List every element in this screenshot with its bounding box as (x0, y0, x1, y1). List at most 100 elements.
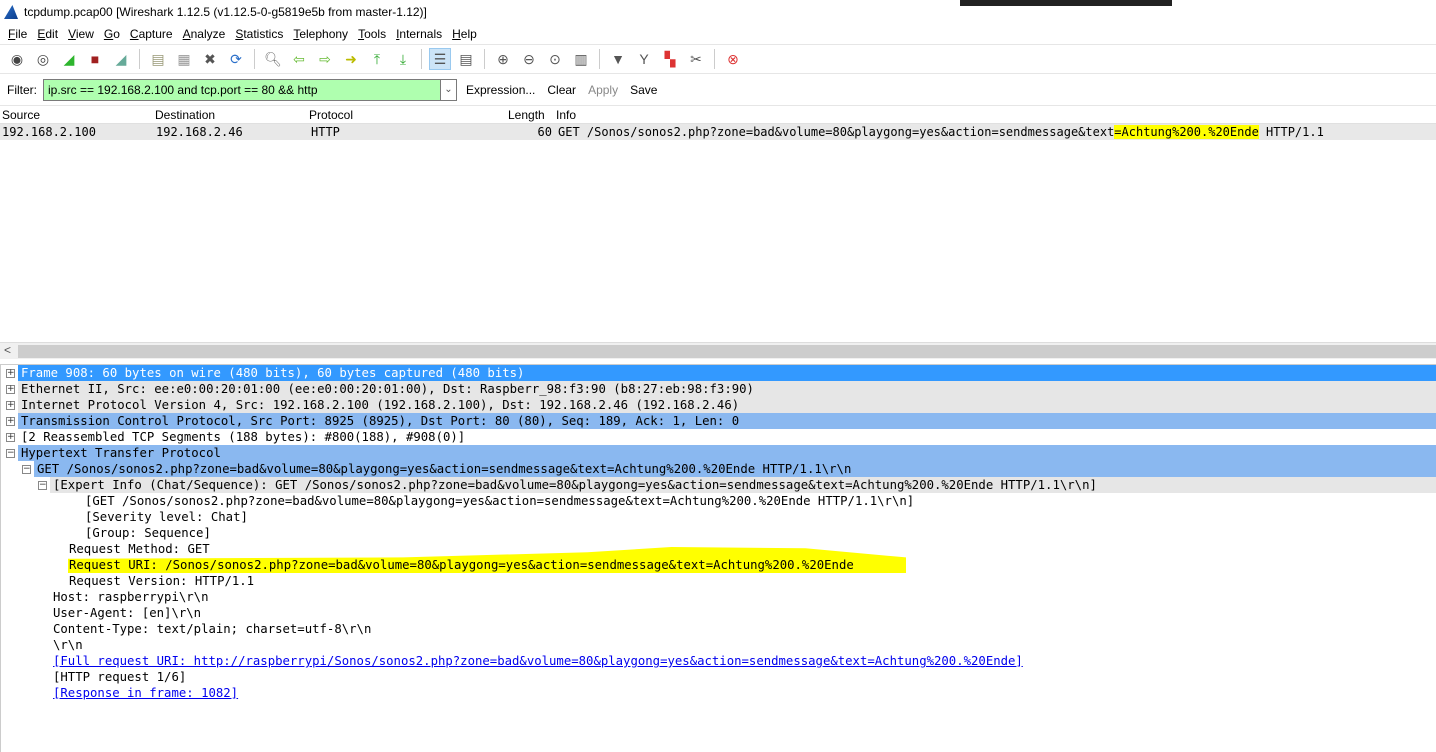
menu-view[interactable]: View (64, 27, 100, 41)
tree-item-label: Ethernet II, Src: ee:e0:00:20:01:00 (ee:… (21, 382, 754, 396)
column-length[interactable]: Length (508, 108, 545, 122)
go-last-icon[interactable]: ⤓ (392, 48, 414, 70)
wireshark-logo-icon (4, 5, 18, 19)
help-icon[interactable]: ⊗ (722, 48, 744, 70)
colorize-icon[interactable]: ☰ (429, 48, 451, 70)
tree-item[interactable]: − GET /Sonos/sonos2.php?zone=bad&volume=8… (1, 461, 1436, 477)
column-destination[interactable]: Destination (155, 108, 215, 122)
tree-item[interactable]: + Internet Protocol Version 4, Src: 192.1… (1, 397, 1436, 413)
row-highlight (18, 445, 1436, 461)
reload-icon[interactable]: ⟳ (225, 48, 247, 70)
auto-scroll-icon[interactable]: ▤ (455, 48, 477, 70)
packet-details-tree: + Frame 908: 60 bytes on wire (480 bits),… (0, 364, 1436, 752)
zoom-normal-icon[interactable]: ⊙ (544, 48, 566, 70)
tree-item[interactable]: Host: raspberrypi\r\n (1, 589, 1436, 605)
tree-item-label: Internet Protocol Version 4, Src: 192.16… (21, 398, 740, 412)
filter-dropdown-icon[interactable]: ⌄ (441, 78, 457, 101)
tree-item[interactable]: [Group: Sequence] (1, 525, 1436, 541)
menu-edit[interactable]: Edit (33, 27, 64, 41)
tree-item[interactable]: [Severity level: Chat] (1, 509, 1436, 525)
tree-item[interactable]: + Transmission Control Protocol, Src Port… (1, 413, 1436, 429)
collapse-icon[interactable]: − (22, 465, 31, 474)
menu-internals[interactable]: Internals (392, 27, 448, 41)
menu-telephony[interactable]: Telephony (289, 27, 354, 41)
menu-go[interactable]: Go (100, 27, 126, 41)
tree-item[interactable]: [Full request URI: http://raspberrypi/So… (1, 653, 1436, 669)
go-to-packet-icon[interactable]: ➜ (340, 48, 362, 70)
go-first-icon[interactable]: ⤒ (366, 48, 388, 70)
collapse-icon[interactable]: − (6, 449, 15, 458)
coloring-rules-icon[interactable]: ▚ (659, 48, 681, 70)
window-title: tcpdump.pcap00 [Wireshark 1.12.5 (v1.12.… (24, 5, 427, 19)
horizontal-scrollbar[interactable]: < (0, 342, 1436, 359)
filter-label: Filter: (7, 82, 37, 97)
open-file-icon[interactable]: ▤ (147, 48, 169, 70)
tree-item[interactable]: + Frame 908: 60 bytes on wire (480 bits),… (1, 365, 1436, 381)
menu-statistics[interactable]: Statistics (231, 27, 289, 41)
info-text-end: HTTP/1.1 (1258, 125, 1324, 139)
tree-item-label: GET /Sonos/sonos2.php?zone=bad&volume=80… (37, 462, 852, 476)
column-protocol[interactable]: Protocol (309, 108, 353, 122)
expand-icon[interactable]: + (6, 385, 15, 394)
info-text: GET /Sonos/sonos2.php?zone=bad&volume=80… (558, 125, 1115, 139)
tree-link[interactable]: [Response in frame: 1082] (53, 685, 238, 701)
scroll-thumb[interactable] (18, 345, 1436, 358)
tree-item[interactable]: [GET /Sonos/sonos2.php?zone=bad&volume=8… (1, 493, 1436, 509)
packet-row[interactable]: 192.168.2.100 192.168.2.46 HTTP 60 GET /… (0, 124, 1436, 140)
menu-file[interactable]: File (4, 27, 33, 41)
tree-item[interactable]: \r\n (1, 637, 1436, 653)
close-file-icon[interactable]: ✖ (199, 48, 221, 70)
tree-item[interactable]: Content-Type: text/plain; charset=utf-8\… (1, 621, 1436, 637)
tree-item-label: [HTTP request 1/6] (53, 670, 187, 684)
tree-item-label: Hypertext Transfer Protocol (21, 446, 221, 460)
go-forward-icon[interactable]: ⇨ (314, 48, 336, 70)
column-info[interactable]: Info (556, 108, 576, 122)
find-packet-icon[interactable]: 🔍︎ (262, 48, 284, 70)
tree-item[interactable]: − [Expert Info (Chat/Sequence): GET /Sono… (1, 477, 1436, 493)
clear-button[interactable]: Clear (544, 83, 579, 97)
expand-icon[interactable]: + (6, 433, 15, 442)
menu-help[interactable]: Help (448, 27, 483, 41)
filter-input[interactable]: ip.src == 192.168.2.100 and tcp.port == … (43, 78, 441, 101)
menu-capture[interactable]: Capture (126, 27, 179, 41)
cell-destination: 192.168.2.46 (156, 125, 243, 139)
tree-item[interactable]: [Response in frame: 1082] (1, 685, 1436, 701)
tree-item[interactable]: + Ethernet II, Src: ee:e0:00:20:01:00 (ee… (1, 381, 1436, 397)
tree-item[interactable]: User-Agent: [en]\r\n (1, 605, 1436, 621)
menu-tools[interactable]: Tools (354, 27, 392, 41)
expand-icon[interactable]: + (6, 417, 15, 426)
tree-item[interactable]: + [2 Reassembled TCP Segments (188 bytes)… (1, 429, 1436, 445)
start-capture-icon[interactable]: ◢ (58, 48, 80, 70)
expression-button[interactable]: Expression... (463, 83, 538, 97)
expand-icon[interactable]: + (6, 401, 15, 410)
column-source[interactable]: Source (2, 108, 40, 122)
preferences-icon[interactable]: ✂ (685, 48, 707, 70)
save-file-icon[interactable]: ▦ (173, 48, 195, 70)
tree-link[interactable]: [Full request URI: http://raspberrypi/So… (53, 653, 1023, 669)
tree-item-label: Frame 908: 60 bytes on wire (480 bits), … (21, 366, 525, 380)
capture-filters-icon[interactable]: ▼ (607, 48, 629, 70)
display-filters-icon[interactable]: Y (633, 48, 655, 70)
collapse-icon[interactable]: − (38, 481, 47, 490)
resize-columns-icon[interactable]: ▥ (570, 48, 592, 70)
stop-capture-icon[interactable]: ■ (84, 48, 106, 70)
cell-protocol: HTTP (311, 125, 340, 139)
tree-item-label: [Group: Sequence] (85, 526, 211, 540)
tree-item[interactable]: Request Version: HTTP/1.1 (1, 573, 1436, 589)
menu-analyze[interactable]: Analyze (179, 27, 232, 41)
interfaces-icon[interactable]: ◉ (6, 48, 28, 70)
capture-options-icon[interactable]: ◎ (32, 48, 54, 70)
tree-item[interactable]: Request Method: GET (1, 541, 1436, 557)
expand-icon[interactable]: + (6, 369, 15, 378)
tree-item[interactable]: − Hypertext Transfer Protocol (1, 445, 1436, 461)
tree-item[interactable]: Request URI: /Sonos/sonos2.php?zone=bad&… (1, 557, 1436, 573)
tree-item[interactable]: [HTTP request 1/6] (1, 669, 1436, 685)
restart-capture-icon[interactable]: ◢ (110, 48, 132, 70)
cell-length: 60 (537, 125, 552, 139)
zoom-in-icon[interactable]: ⊕ (492, 48, 514, 70)
zoom-out-icon[interactable]: ⊖ (518, 48, 540, 70)
go-back-icon[interactable]: ⇦ (288, 48, 310, 70)
scroll-left-icon[interactable]: < (4, 343, 11, 357)
save-button[interactable]: Save (627, 83, 660, 97)
apply-button[interactable]: Apply (585, 83, 621, 97)
